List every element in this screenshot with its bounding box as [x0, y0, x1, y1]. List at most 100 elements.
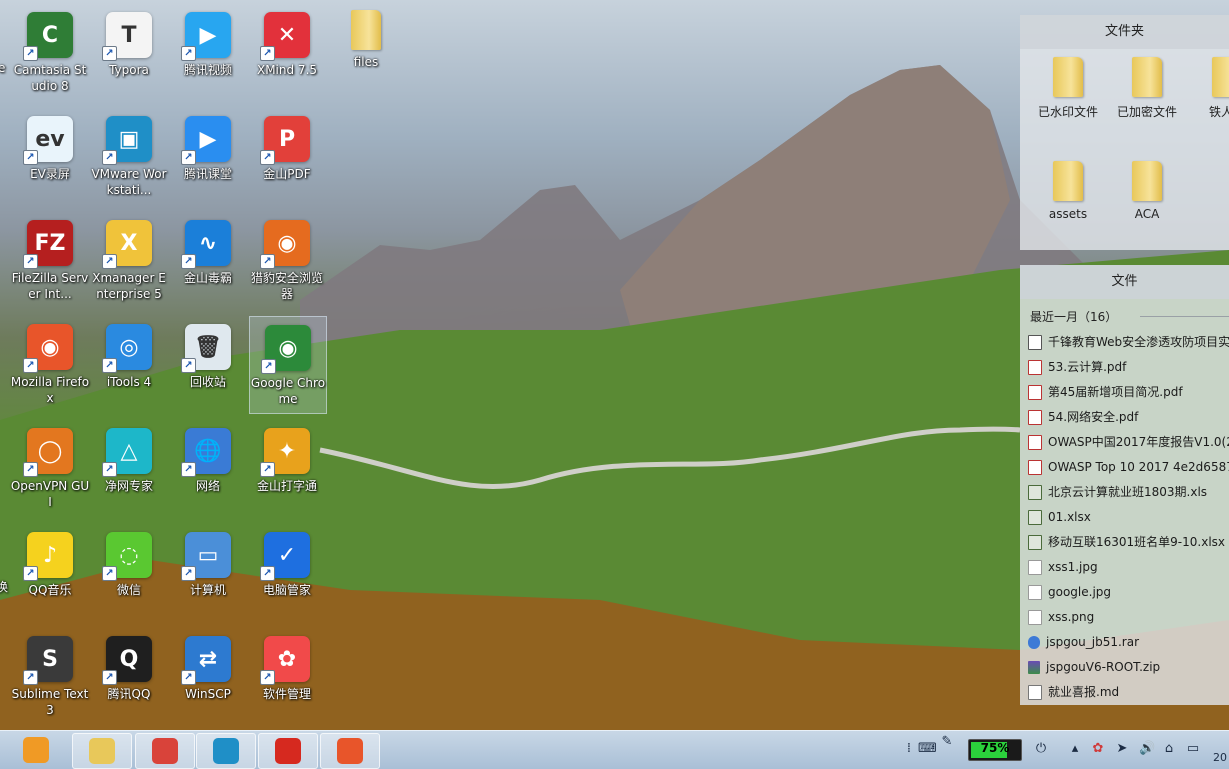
usb-tray-icon[interactable]: ⌂ — [1162, 742, 1176, 756]
desktop-shortcut-tencent-classroom[interactable]: ▶ ↗ 腾讯课堂 — [170, 108, 246, 204]
snail-app-taskbar-icon — [152, 738, 178, 764]
desktop-shortcut-kingsoft-antivirus[interactable]: ∿ ↗ 金山毒霸 — [170, 212, 246, 308]
desktop-icon-label: 电脑管家 — [262, 583, 311, 597]
recent-file-item[interactable]: xss.png — [1020, 605, 1229, 630]
desktop-shortcut-pc-manager[interactable]: ✓ ↗ 电脑管家 — [249, 524, 325, 620]
desktop-shortcut-wechat[interactable]: ◌ ↗ 微信 — [91, 524, 167, 620]
desktop-icon-label: 金山PDF — [263, 167, 311, 181]
acrobat-taskbar-button[interactable] — [258, 733, 318, 769]
network-tray-icon[interactable]: ▭ — [1186, 742, 1200, 756]
img-file-icon — [1028, 560, 1042, 575]
recent-file-item[interactable]: 01.xlsx — [1020, 505, 1229, 530]
recent-file-item[interactable]: 54.网络安全.pdf — [1020, 405, 1229, 430]
desktop-shortcut-filezilla[interactable]: FZ ↗ FileZilla Server Int... — [12, 212, 88, 308]
desktop-shortcut-software-manager[interactable]: ✿ ↗ 软件管理 — [249, 628, 325, 724]
show-hidden-icons-arrow[interactable]: ▴ — [1068, 742, 1082, 756]
desktop-shortcut-typora[interactable]: T ↗ Typora — [91, 4, 167, 100]
software-manager-icon: ✿ ↗ — [260, 636, 310, 685]
pen-icon[interactable]: ✎ — [940, 735, 954, 749]
desktop-shortcut-files-folder[interactable]: files — [328, 4, 404, 100]
recent-file-item[interactable]: OWASP中国2017年度报告V1.0(2) — [1020, 430, 1229, 455]
desktop-shortcut-firefox[interactable]: ◉ ↗ Mozilla Firefox — [11, 316, 89, 412]
folder-encrypted[interactable]: 已加密文件 — [1112, 57, 1182, 120]
files-panel: 文件 最近一月（16） 千锋教育Web安全渗透攻防项目实 53.云计算.pdf 第4… — [1020, 265, 1229, 705]
desktop-shortcut-computer[interactable]: ▭ ↗ 计算机 — [170, 524, 246, 620]
pc-manager-icon: ✓ ↗ — [260, 532, 310, 581]
desktop-shortcut-winscp[interactable]: ⇄ ↗ WinSCP — [170, 628, 246, 724]
media-player-taskbar-button[interactable] — [6, 733, 66, 767]
recent-file-item[interactable]: 就业喜报.md — [1020, 680, 1229, 705]
firefox-taskbar-icon — [337, 738, 363, 764]
desktop-shortcut-vmware[interactable]: ▣ ↗ VMware Workstati... — [91, 108, 167, 204]
tencent-classroom-icon: ▶ ↗ — [181, 116, 231, 165]
recent-file-item[interactable]: 第45届新增项目简况.pdf — [1020, 380, 1229, 405]
firefox-taskbar-button[interactable] — [320, 733, 380, 769]
recent-file-item[interactable]: 移动互联16301班名单9-10.xlsx — [1020, 530, 1229, 555]
shortcut-arrow-icon: ↗ — [102, 254, 117, 269]
shortcut-arrow-icon: ↗ — [181, 566, 196, 581]
recent-file-list: 千锋教育Web安全渗透攻防项目实 53.云计算.pdf 第45届新增项目简况.pdf… — [1020, 330, 1229, 705]
vmware-taskbar-icon — [213, 738, 239, 764]
folders-panel: 文件夹 已水印文件 已加密文件 铁人三 assets ACA — [1020, 15, 1229, 250]
power-plug-icon[interactable]: ⏻ — [1034, 742, 1048, 756]
recent-file-item[interactable]: jspgouV6-ROOT.zip — [1020, 655, 1229, 680]
desktop-shortcut-liebao-browser[interactable]: ◉ ↗ 猎豹安全浏览器 — [249, 212, 325, 308]
send-tray-icon[interactable]: ➤ — [1115, 742, 1129, 756]
recent-file-item[interactable]: 千锋教育Web安全渗透攻防项目实 — [1020, 330, 1229, 355]
vmware-taskbar-button[interactable] — [196, 733, 256, 769]
recent-file-item[interactable]: xss1.jpg — [1020, 555, 1229, 580]
desktop-shortcut-jingwang[interactable]: △ ↗ 净网专家 — [91, 420, 167, 516]
desktop-icon-label: 微信 — [116, 583, 141, 597]
recent-divider — [1140, 316, 1229, 317]
folder-aca[interactable]: ACA — [1112, 161, 1182, 221]
desktop-shortcut-itools[interactable]: ◎ ↗ iTools 4 — [91, 316, 167, 412]
kingsoft-antivirus-icon: ∿ ↗ — [181, 220, 231, 269]
recent-file-item[interactable]: 53.云计算.pdf — [1020, 355, 1229, 380]
recent-file-item[interactable]: 北京云计算就业班1803期.xls — [1020, 480, 1229, 505]
keyboard-icon[interactable]: ⁞ — [902, 742, 916, 756]
desktop-icon-label: 软件管理 — [262, 687, 311, 701]
desktop-shortcut-camtasia[interactable]: C ↗ Camtasia Studio 8 — [12, 4, 88, 100]
desktop-shortcut-kingsoft-pdf[interactable]: P ↗ 金山PDF — [249, 108, 325, 204]
clock-text[interactable]: 20 — [1213, 751, 1227, 764]
file-name: xss1.jpg — [1048, 560, 1098, 574]
explorer-taskbar-button[interactable] — [72, 733, 132, 769]
snail-app-taskbar-button[interactable] — [135, 733, 195, 769]
desktop-icon-label: 腾讯课堂 — [183, 167, 232, 181]
desktop-shortcut-chrome[interactable]: ◉ ↗ Google Chrome — [249, 316, 327, 414]
img-file-icon — [1028, 585, 1042, 600]
desktop-shortcut-sublime[interactable]: S ↗ Sublime Text3 — [12, 628, 88, 724]
folder-watermarked[interactable]: 已水印文件 — [1033, 57, 1103, 120]
recent-file-item[interactable]: google.jpg — [1020, 580, 1229, 605]
desktop-shortcut-kingsoft-typing[interactable]: ✦ ↗ 金山打字通 — [249, 420, 325, 516]
file-name: jspgou_jb51.rar — [1046, 635, 1140, 649]
desktop-icon-label: Sublime Text3 — [11, 687, 89, 717]
liebao-browser-icon: ◉ ↗ — [260, 220, 310, 269]
folder-ironman[interactable]: 铁人三 — [1192, 57, 1229, 120]
file-name: google.jpg — [1048, 585, 1112, 599]
recent-file-item[interactable]: OWASP Top 10 2017 4e2d6587 — [1020, 455, 1229, 480]
input-method-icon[interactable]: ⌨ — [918, 742, 937, 756]
shortcut-arrow-icon: ↗ — [260, 462, 275, 477]
desktop-icon-label: 腾讯视频 — [183, 63, 232, 77]
folder-assets[interactable]: assets — [1033, 161, 1103, 221]
shortcut-arrow-icon: ↗ — [260, 566, 275, 581]
desktop-shortcut-ev-recorder[interactable]: ev ↗ EV录屏 — [12, 108, 88, 204]
desktop-shortcut-qq-music[interactable]: ♪ ↗ QQ音乐 — [12, 524, 88, 620]
file-name: 北京云计算就业班1803期.xls — [1048, 485, 1208, 499]
desktop-shortcut-openvpn[interactable]: ◯ ↗ OpenVPN GUI — [11, 420, 89, 516]
volume-icon[interactable]: 🔊 — [1139, 742, 1155, 756]
desktop-shortcut-tencent-qq[interactable]: Q ↗ 腾讯QQ — [91, 628, 167, 724]
firefox-icon: ◉ ↗ — [23, 324, 73, 373]
desktop-shortcut-xmanager[interactable]: X ↗ Xmanager Enterprise 5 — [91, 212, 167, 308]
desktop-icon-label: Google Chrome — [250, 376, 326, 406]
desktop-shortcut-xmind[interactable]: ✕ ↗ XMind 7.5 — [249, 4, 325, 100]
desktop-shortcut-recycle-bin[interactable]: 🗑 ↗ 回收站 — [170, 316, 246, 412]
shortcut-arrow-icon: ↗ — [102, 566, 117, 581]
battery-indicator[interactable]: 75% — [968, 739, 1022, 761]
antivirus-tray-icon[interactable]: ✿ — [1091, 742, 1105, 756]
desktop-shortcut-tencent-video[interactable]: ▶ ↗ 腾讯视频 — [170, 4, 246, 100]
recent-file-item[interactable]: jspgou_jb51.rar — [1020, 630, 1229, 655]
desktop-icon-label: Xmanager Enterprise 5 — [92, 271, 166, 301]
desktop-shortcut-network[interactable]: 🌐 ↗ 网络 — [170, 420, 246, 516]
